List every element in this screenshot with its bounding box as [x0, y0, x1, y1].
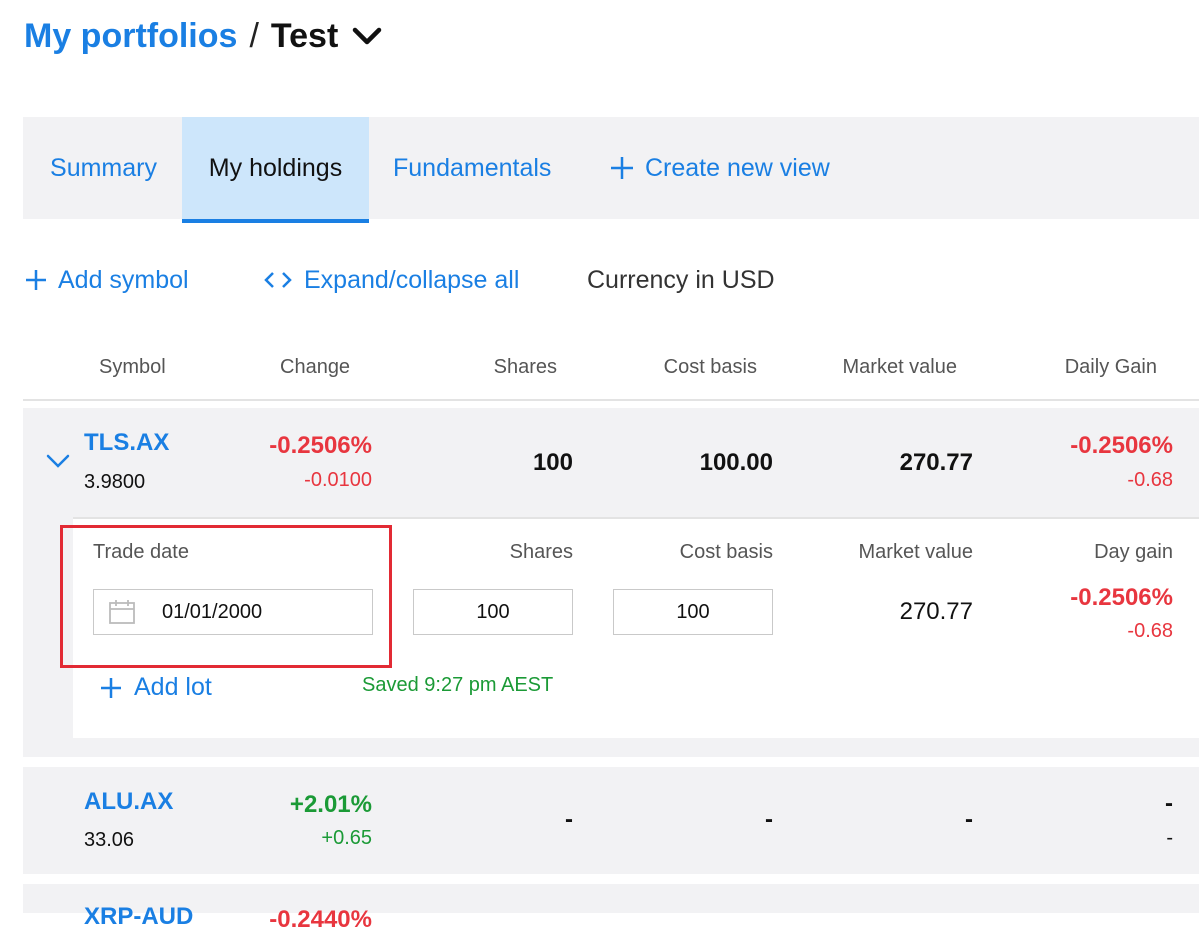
market-value: 270.77 — [899, 449, 973, 476]
create-new-view-label: Create new view — [645, 153, 830, 182]
highlight-box — [60, 525, 392, 668]
currency-label: Currency in USD — [587, 265, 775, 294]
view-tab-bar: Summary My holdings Fundamentals Create … — [23, 117, 1199, 223]
lot-market-value: 270.77 — [899, 598, 973, 625]
daily-gain-amount: -0.68 — [1127, 469, 1173, 491]
cost-basis-value: - — [765, 806, 773, 833]
daily-gain-percent: - — [1165, 790, 1173, 817]
symbol-price: 3.9800 — [84, 471, 146, 493]
col-header-market-value[interactable]: Market value — [800, 356, 958, 379]
col-header-cost-basis[interactable]: Cost basis — [620, 356, 757, 379]
change-percent: +2.01% — [289, 791, 372, 818]
market-value: - — [965, 806, 973, 833]
lot-panel-divider — [73, 517, 1199, 519]
col-header-change[interactable]: Change — [280, 356, 350, 379]
table-row — [23, 767, 1199, 874]
tab-my-holdings-label: My holdings — [208, 153, 343, 182]
col-header-daily-gain[interactable]: Daily Gain — [1000, 356, 1157, 379]
add-symbol-label: Add symbol — [58, 265, 189, 294]
add-lot-button[interactable]: Add lot — [100, 673, 212, 702]
breadcrumb-separator: / — [249, 16, 259, 55]
create-new-view-button[interactable]: Create new view — [609, 117, 830, 219]
breadcrumb-my-portfolios-link[interactable]: My portfolios — [24, 17, 237, 56]
header-divider — [23, 399, 1199, 401]
breadcrumb: My portfolios / Test — [24, 14, 382, 58]
tab-my-holdings[interactable]: My holdings — [182, 117, 369, 223]
tab-fundamentals[interactable]: Fundamentals — [393, 117, 551, 219]
col-header-symbol[interactable]: Symbol — [99, 356, 166, 379]
lot-header-cost-basis: Cost basis — [679, 541, 773, 563]
symbol-price: 33.06 — [84, 829, 135, 851]
tab-fundamentals-label: Fundamentals — [393, 153, 552, 182]
lot-header-market-value: Market value — [858, 541, 974, 563]
lot-day-gain-amount: -0.68 — [1127, 620, 1173, 642]
change-amount: -0.0100 — [304, 469, 372, 491]
plus-icon — [609, 155, 635, 181]
lot-header-day-gain: Day gain — [1094, 541, 1173, 563]
add-lot-label: Add lot — [134, 673, 212, 701]
symbol-link[interactable]: XRP-AUD — [84, 903, 193, 931]
symbol-link[interactable]: ALU.AX — [84, 788, 173, 816]
plus-icon — [24, 268, 48, 292]
lot-day-gain-percent: -0.2506% — [1070, 584, 1173, 611]
lot-cost-basis-input[interactable]: 100 — [613, 589, 773, 635]
symbol-link[interactable]: TLS.AX — [84, 429, 169, 457]
tab-summary[interactable]: Summary — [23, 117, 182, 219]
expand-collapse-all-button[interactable]: Expand/collapse all — [264, 262, 519, 298]
expand-collapse-icon — [264, 270, 292, 290]
shares-value: 100 — [532, 449, 573, 476]
shares-value: - — [565, 806, 573, 833]
change-percent: -0.2440% — [269, 906, 372, 933]
cost-basis-value: 100.00 — [699, 449, 773, 476]
chevron-down-icon[interactable] — [352, 17, 382, 56]
lot-header-shares: Shares — [509, 541, 573, 563]
expand-collapse-label: Expand/collapse all — [304, 265, 520, 294]
col-header-shares[interactable]: Shares — [440, 356, 557, 379]
portfolio-name[interactable]: Test — [271, 17, 338, 56]
change-percent: -0.2506% — [269, 432, 372, 459]
daily-gain-percent: -0.2506% — [1070, 432, 1173, 459]
lot-cost-basis-value: 100 — [676, 600, 710, 623]
change-amount: +0.65 — [321, 827, 372, 849]
plus-icon — [100, 677, 122, 699]
add-symbol-button[interactable]: Add symbol — [24, 262, 189, 298]
lot-shares-value: 100 — [476, 600, 510, 623]
lot-shares-input[interactable]: 100 — [413, 589, 573, 635]
table-row — [23, 884, 1199, 913]
row-expand-chevron-icon[interactable] — [45, 452, 71, 475]
daily-gain-amount: - — [1166, 827, 1173, 849]
saved-status: Saved 9:27 pm AEST — [362, 674, 554, 696]
tab-summary-label: Summary — [50, 153, 157, 182]
